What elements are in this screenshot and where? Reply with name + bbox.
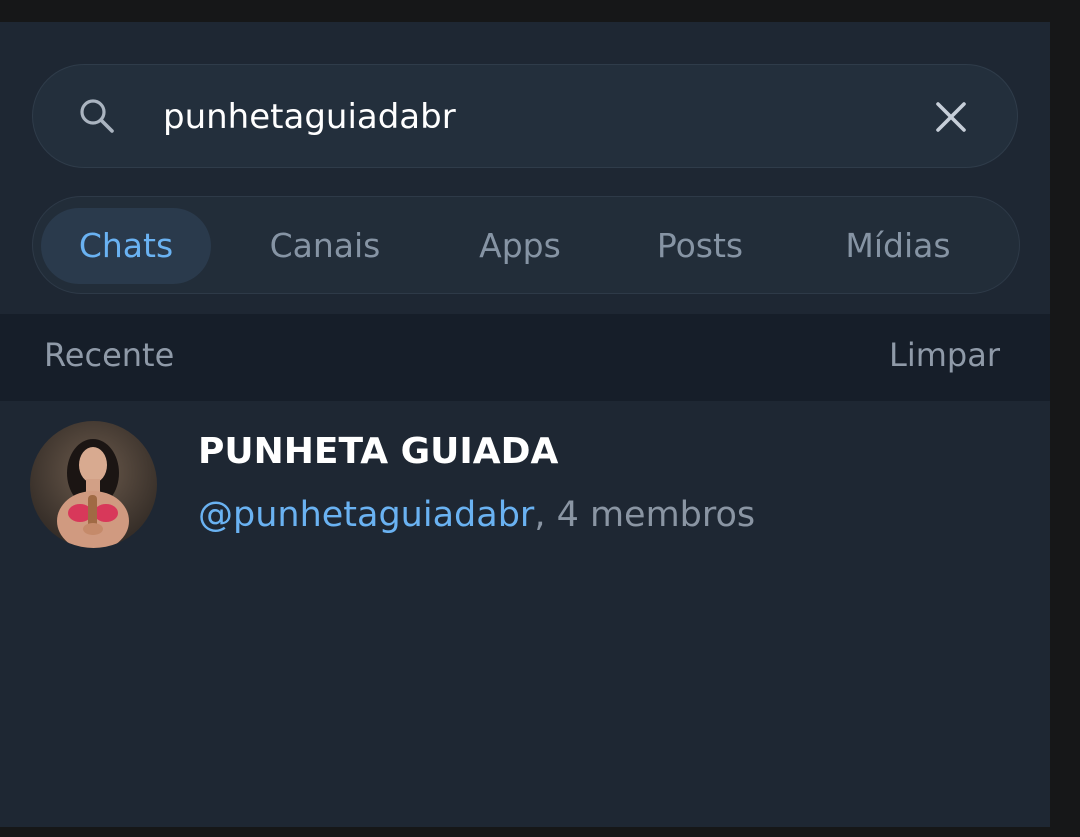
- search-icon: [80, 99, 114, 133]
- tab-chats[interactable]: Chats: [41, 208, 211, 284]
- close-icon[interactable]: [931, 97, 971, 137]
- chat-subtitle: @punhetaguiadabr, 4 membros: [198, 495, 755, 535]
- recent-section-header: Recente Limpar: [0, 314, 1050, 401]
- app-window: Chats Canais Apps Posts Mídias Recente L…: [0, 22, 1050, 827]
- search-input[interactable]: [163, 89, 903, 145]
- tab-apps[interactable]: Apps: [445, 208, 595, 284]
- avatar: [30, 421, 157, 548]
- avatar-image: [30, 421, 157, 548]
- chat-username-link[interactable]: @punhetaguiadabr: [198, 495, 534, 535]
- chat-title: PUNHETA GUIADA: [198, 431, 559, 472]
- tab-posts[interactable]: Posts: [625, 208, 775, 284]
- chat-result-item[interactable]: PUNHETA GUIADA @punhetaguiadabr, 4 membr…: [0, 401, 1050, 561]
- recent-label: Recente: [44, 336, 175, 374]
- search-filter-tabs: Chats Canais Apps Posts Mídias: [32, 196, 1020, 294]
- member-count: , 4 membros: [534, 495, 756, 535]
- search-bar[interactable]: [32, 64, 1018, 168]
- tab-midias[interactable]: Mídias: [813, 208, 983, 284]
- tab-canais[interactable]: Canais: [235, 208, 415, 284]
- clear-recent-button[interactable]: Limpar: [889, 336, 1000, 374]
